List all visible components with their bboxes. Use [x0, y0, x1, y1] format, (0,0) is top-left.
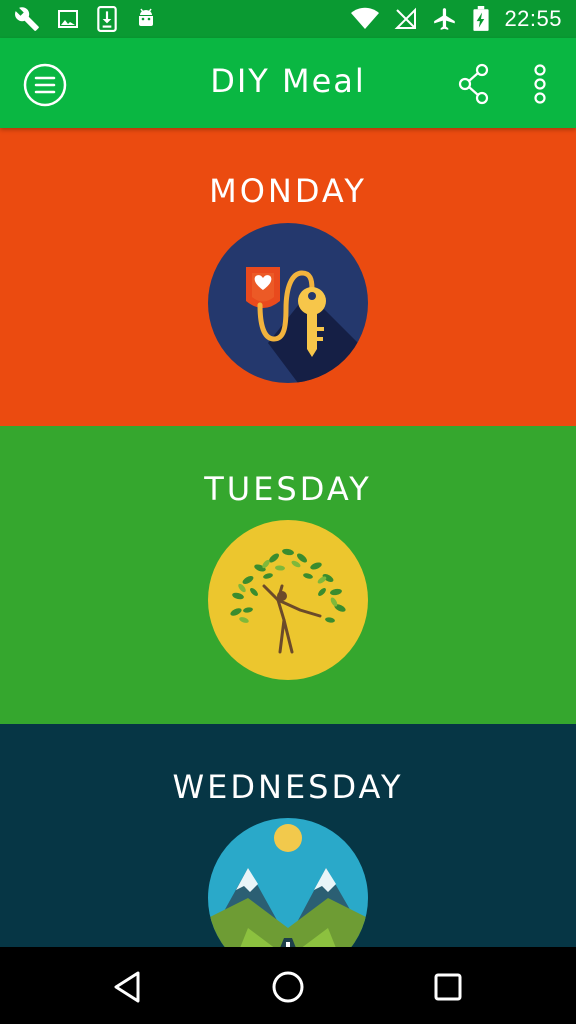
download-icon: [97, 6, 117, 32]
airplane-icon: [434, 8, 456, 30]
more-vert-icon: [534, 64, 546, 104]
no-signal-icon: [395, 7, 417, 29]
mountain-road-icon: [208, 818, 368, 947]
navigation-bar: [0, 947, 576, 1024]
image-icon: [58, 10, 78, 28]
home-icon: [272, 971, 304, 1003]
day-card-tuesday[interactable]: TUESDAY: [0, 426, 576, 724]
recents-button[interactable]: [426, 965, 470, 1009]
wifi-icon: [351, 7, 380, 29]
day-card-monday[interactable]: MONDAY: [0, 128, 576, 426]
day-card-wednesday[interactable]: WEDNESDAY: [0, 724, 576, 947]
battery-charging-icon: [473, 6, 490, 31]
day-title: WEDNESDAY: [172, 768, 404, 806]
day-title: MONDAY: [209, 172, 367, 210]
share-icon: [458, 63, 489, 105]
day-title: TUESDAY: [204, 470, 372, 508]
wrench-icon: [15, 7, 39, 31]
back-button[interactable]: [106, 965, 150, 1009]
android-icon: [139, 8, 153, 26]
status-bar: 22:55: [0, 0, 576, 38]
back-icon: [114, 971, 140, 1003]
more-options-button[interactable]: [526, 62, 554, 106]
app-bar: DIY Meal: [0, 38, 576, 128]
heart-key-icon: [208, 223, 368, 383]
yoga-tree-icon: [208, 520, 368, 680]
day-list: MONDAY TUESDAY WEDNESDAY: [0, 128, 576, 947]
share-button[interactable]: [456, 62, 492, 106]
home-button[interactable]: [266, 965, 310, 1009]
recents-icon: [434, 973, 462, 1001]
status-time: 22:55: [504, 6, 562, 31]
